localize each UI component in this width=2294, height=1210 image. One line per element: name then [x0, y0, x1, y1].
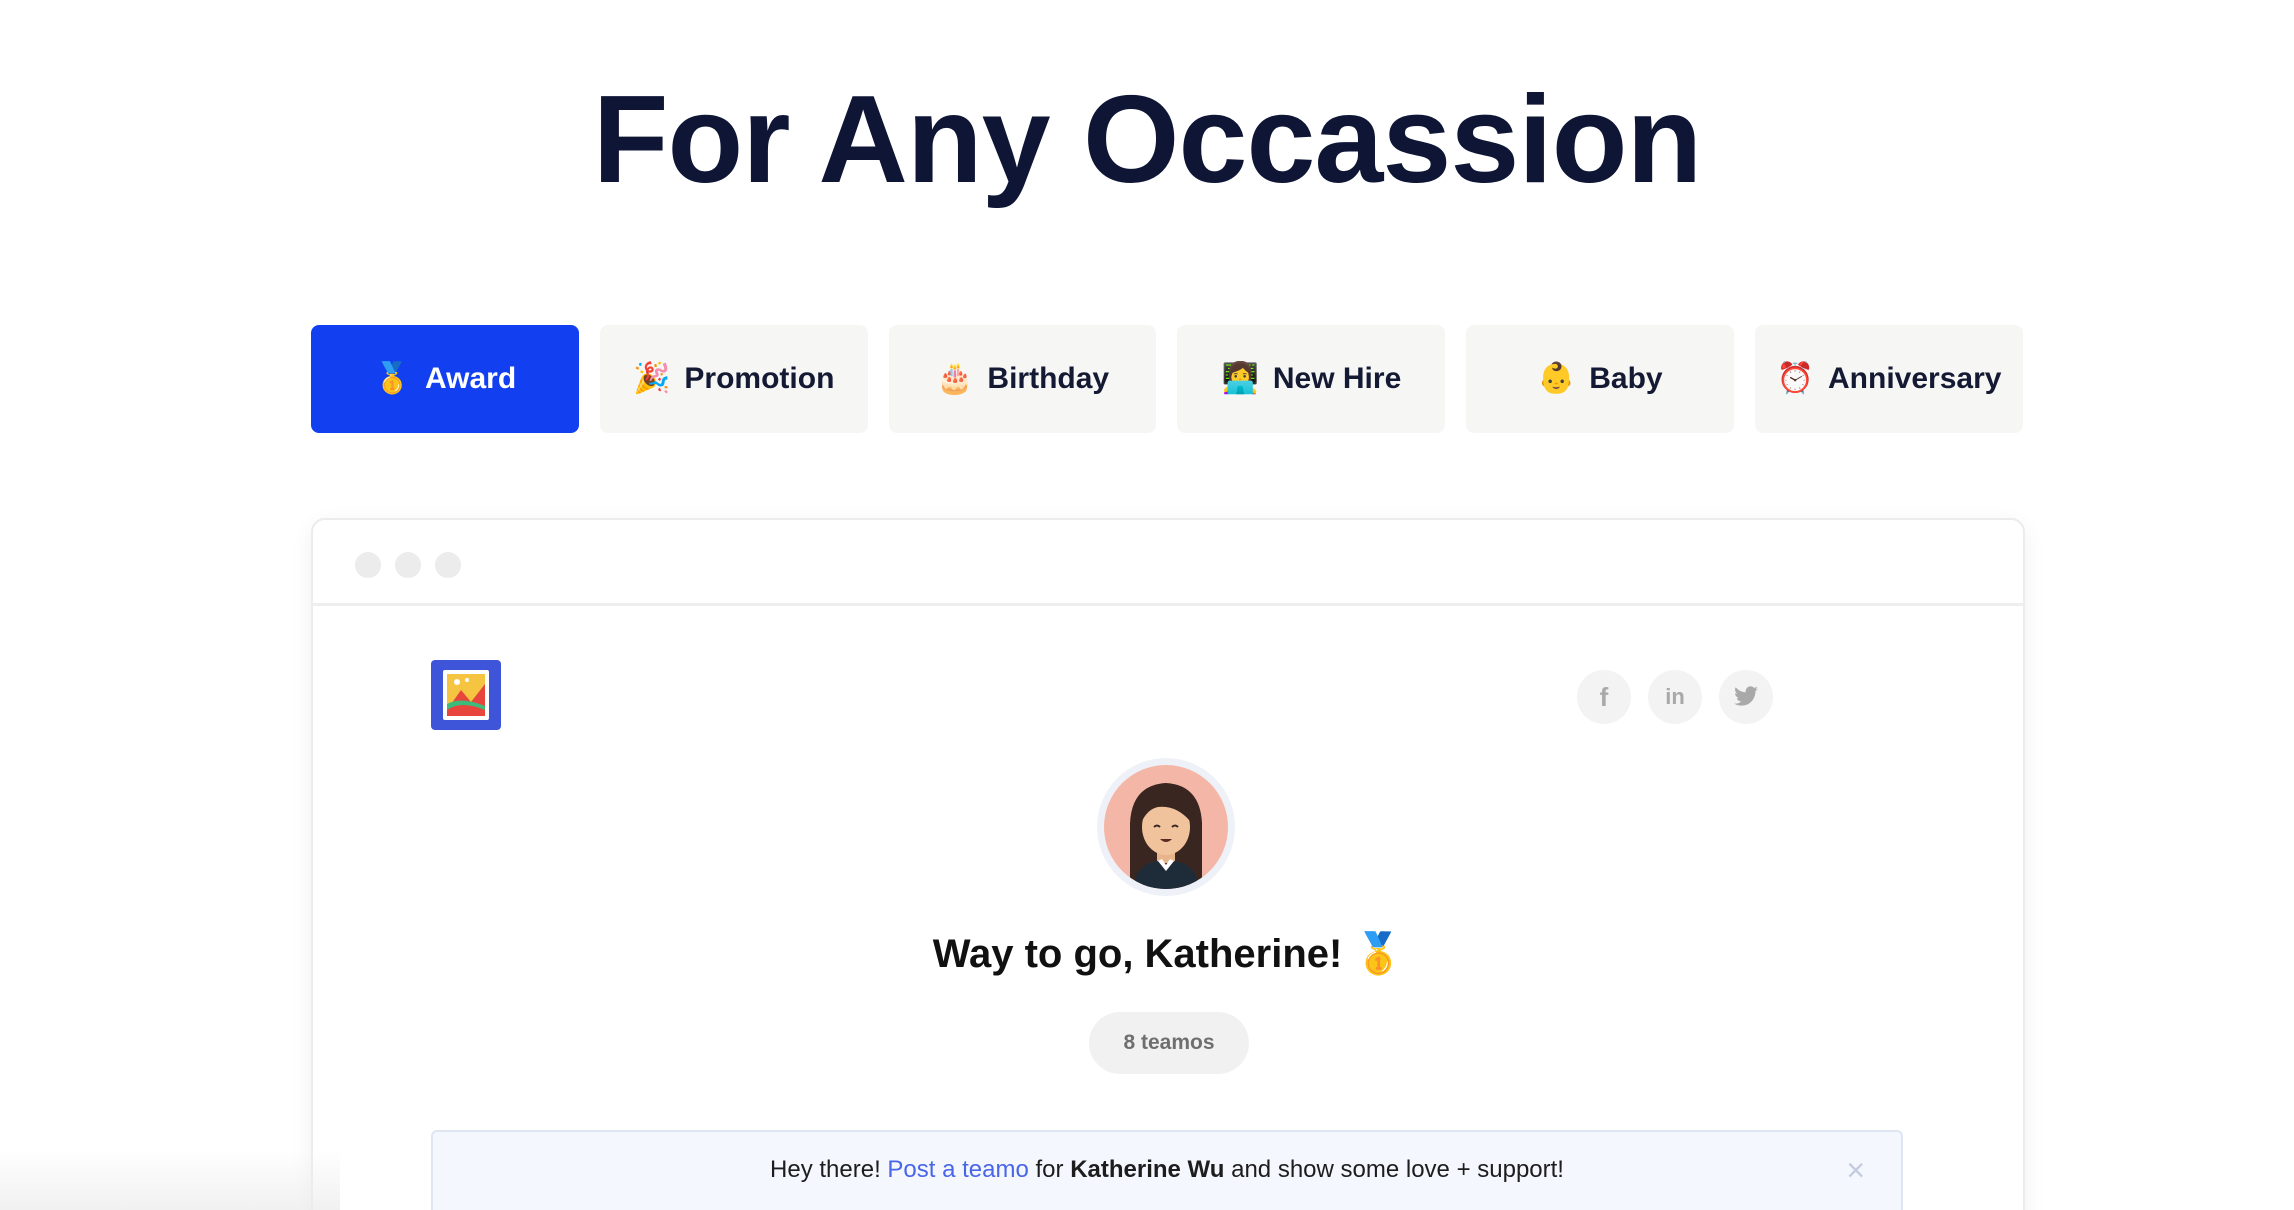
teamo-count-badge[interactable]: 8 teamos	[1089, 1012, 1249, 1074]
post-teamo-link[interactable]: Post a teamo	[887, 1156, 1028, 1183]
tab-award[interactable]: 🥇 Award	[311, 325, 579, 433]
browser-title-bar	[313, 520, 2023, 606]
twitter-share-button[interactable]	[1719, 670, 1773, 724]
tab-label: Birthday	[987, 362, 1110, 395]
tab-promotion[interactable]: 🎉 Promotion	[599, 325, 868, 433]
post-teamo-banner: Hey there! Post a teamo for Katherine Wu…	[431, 1130, 1903, 1210]
page-title: For Any Occassion	[592, 71, 1703, 209]
tab-birthday[interactable]: 🎂 Birthday	[888, 325, 1157, 433]
linkedin-icon: in	[1665, 684, 1685, 709]
close-icon[interactable]: ×	[1846, 1154, 1865, 1186]
facebook-share-button[interactable]: f	[1577, 670, 1631, 724]
recipient-name: Katherine Wu	[1070, 1156, 1225, 1183]
alarm-clock-icon: ⏰	[1776, 362, 1815, 395]
tab-new-hire[interactable]: 👩‍💻 New Hire	[1177, 325, 1446, 433]
banner-message: Hey there! Post a teamo for Katherine Wu…	[433, 1156, 1901, 1184]
user-avatar-icon	[1104, 765, 1228, 889]
technologist-icon: 👩‍💻	[1221, 362, 1259, 395]
twitter-icon	[1734, 686, 1758, 706]
occasion-tabs: 🥇 Award 🎉 Promotion 🎂 Birthday 👩‍💻 New H…	[311, 325, 2023, 433]
browser-window-mockup: f in Way to go, Katherine! 🥇 8 teamos He…	[311, 518, 2025, 1210]
window-dot	[435, 552, 461, 578]
page: For Any Occassion 🥇 Award 🎉 Promotion 🎂 …	[0, 0, 2294, 1210]
stamp-icon	[443, 670, 489, 720]
bottom-shadow	[0, 1150, 340, 1210]
tab-label: Anniversary	[1828, 362, 2002, 395]
party-popper-icon: 🎉	[633, 362, 671, 395]
banner-middle: for	[1035, 1156, 1064, 1183]
tab-label: Award	[425, 362, 517, 395]
window-dot	[395, 552, 421, 578]
banner-suffix: and show some love + support!	[1231, 1156, 1564, 1183]
tab-anniversary[interactable]: ⏰ Anniversary	[1755, 325, 2023, 433]
medal-icon: 🥇	[373, 362, 412, 395]
facebook-icon: f	[1599, 681, 1609, 712]
window-dot	[355, 552, 381, 578]
cake-icon: 🎂	[936, 362, 974, 395]
avatar	[1097, 758, 1235, 896]
teamo-stamp-logo[interactable]	[431, 660, 501, 730]
tab-label: New Hire	[1272, 362, 1402, 395]
tab-label: Promotion	[684, 362, 835, 395]
tab-label: Baby	[1589, 362, 1663, 395]
banner-prefix: Hey there!	[770, 1156, 881, 1183]
greeting-heading: Way to go, Katherine! 🥇	[932, 932, 1404, 976]
linkedin-share-button[interactable]: in	[1648, 670, 1702, 724]
baby-icon: 👶	[1537, 362, 1576, 395]
tab-baby[interactable]: 👶 Baby	[1466, 325, 1735, 433]
